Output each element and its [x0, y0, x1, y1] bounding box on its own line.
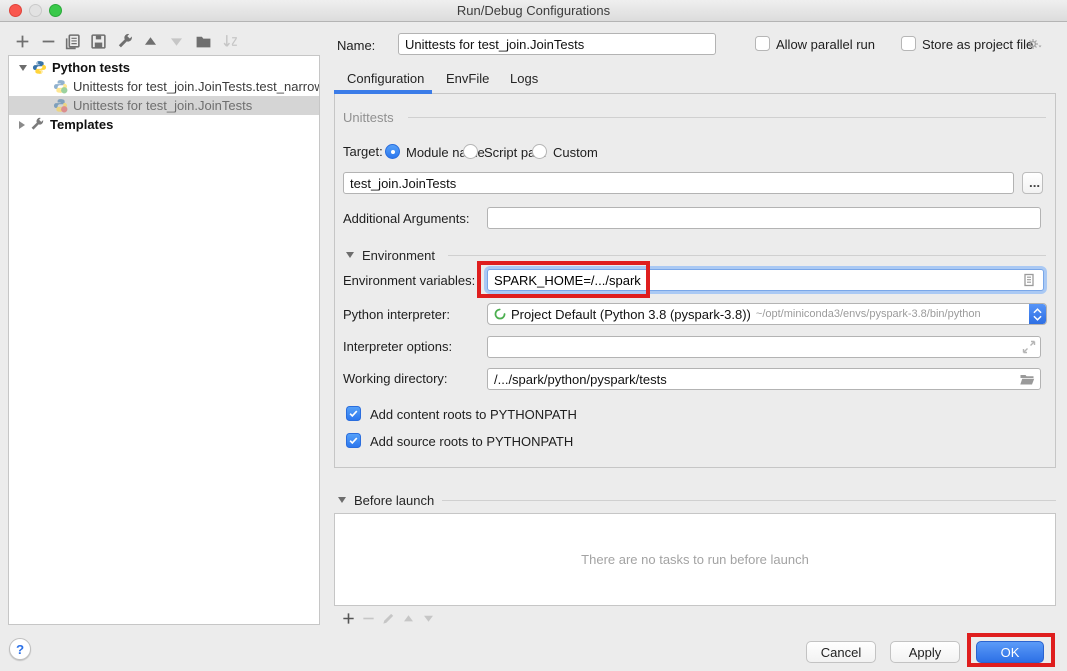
add-source-roots-label: Add source roots to PYTHONPATH [370, 434, 573, 449]
active-tab-indicator [334, 90, 432, 94]
collapse-arrow-icon[interactable] [19, 65, 27, 71]
tree-item-label: Unittests for test_join.JoinTests [73, 98, 252, 113]
expand-arrow-icon[interactable] [19, 121, 25, 129]
remove-configuration-icon[interactable] [40, 33, 57, 50]
interpreter-value: Project Default (Python 3.8 (pyspark-3.8… [511, 307, 751, 322]
close-window-button[interactable] [9, 4, 22, 17]
unittests-section-label: Unittests [343, 110, 394, 125]
interpreter-options-input[interactable] [487, 336, 1041, 358]
cancel-button[interactable]: Cancel [806, 641, 876, 663]
interpreter-path: ~/opt/miniconda3/envs/pyspark-3.8/bin/py… [756, 308, 1025, 320]
add-source-roots-checkbox[interactable] [346, 433, 361, 448]
title-bar: Run/Debug Configurations [0, 0, 1067, 22]
add-task-icon[interactable] [341, 611, 356, 626]
add-content-roots-checkbox[interactable] [346, 406, 361, 421]
target-label: Target: [343, 144, 383, 159]
additional-arguments-input[interactable] [487, 207, 1041, 229]
before-launch-collapse-icon[interactable] [338, 497, 346, 503]
working-directory-input[interactable] [487, 368, 1041, 390]
working-directory-label: Working directory: [343, 371, 448, 386]
no-tasks-message: There are no tasks to run before launch [581, 552, 809, 567]
zoom-window-button[interactable] [49, 4, 62, 17]
templates-wrench-icon [30, 117, 45, 132]
copy-configuration-icon[interactable] [64, 33, 81, 50]
tree-item-templates[interactable]: Templates [9, 115, 319, 134]
sort-alphabetically-icon[interactable] [222, 33, 239, 50]
allow-parallel-run-checkbox[interactable] [755, 36, 770, 51]
ok-button[interactable]: OK [976, 641, 1044, 663]
add-content-roots-label: Add content roots to PYTHONPATH [370, 407, 577, 422]
environment-collapse-icon[interactable] [346, 252, 354, 258]
interpreter-options-label: Interpreter options: [343, 339, 452, 354]
name-label: Name: [337, 38, 375, 53]
target-script-path-radio[interactable] [463, 144, 478, 159]
python-interpreter-select[interactable]: Project Default (Python 3.8 (pyspark-3.8… [487, 303, 1047, 325]
python-interpreter-label: Python interpreter: [343, 307, 450, 322]
section-divider [408, 117, 1046, 118]
edit-task-pencil-icon[interactable] [381, 611, 396, 626]
module-name-input[interactable] [343, 172, 1014, 194]
before-launch-section-label: Before launch [354, 493, 434, 508]
move-down-icon[interactable] [168, 33, 185, 50]
target-custom-label: Custom [553, 145, 598, 160]
python-test-icon [53, 79, 68, 94]
section-divider [442, 500, 1056, 501]
configuration-tree: Python tests Unittests for test_join.Joi… [8, 55, 320, 625]
remove-task-icon[interactable] [361, 611, 376, 626]
name-input[interactable] [398, 33, 716, 55]
interpreter-env-icon [493, 307, 507, 321]
tree-item-unittests-jointests-selected[interactable]: Unittests for test_join.JoinTests [9, 96, 319, 115]
allow-parallel-run-label: Allow parallel run [776, 37, 875, 52]
store-as-project-file-label: Store as project file [922, 37, 1033, 52]
tree-item-label: Templates [50, 117, 113, 132]
move-task-up-icon[interactable] [401, 611, 416, 626]
tab-logs[interactable]: Logs [510, 71, 538, 86]
section-divider [448, 255, 1046, 256]
run-debug-configurations-dialog: Run/Debug Configurations Python tests [0, 0, 1067, 671]
additional-arguments-label: Additional Arguments: [343, 211, 469, 226]
environment-variables-label: Environment variables: [343, 273, 475, 288]
target-module-name-radio[interactable] [385, 144, 400, 159]
tree-item-label: Unittests for test_join.JoinTests.test_n… [73, 79, 319, 94]
env-variables-list-icon[interactable] [1021, 272, 1037, 288]
before-launch-task-list: There are no tasks to run before launch [334, 513, 1056, 606]
store-settings-gear-icon[interactable] [1026, 36, 1042, 52]
environment-variables-input[interactable] [487, 269, 1044, 291]
save-configuration-icon[interactable] [90, 33, 107, 50]
expand-field-icon[interactable] [1021, 339, 1037, 355]
minimize-window-button[interactable] [29, 4, 42, 17]
add-configuration-icon[interactable] [14, 33, 31, 50]
browse-module-button[interactable]: ... [1022, 172, 1043, 194]
move-up-icon[interactable] [142, 33, 159, 50]
store-as-project-file-checkbox[interactable] [901, 36, 916, 51]
tree-item-python-tests[interactable]: Python tests [9, 58, 319, 77]
new-folder-icon[interactable] [195, 33, 212, 50]
apply-button[interactable]: Apply [890, 641, 960, 663]
help-button[interactable]: ? [9, 638, 31, 660]
edit-templates-wrench-icon[interactable] [117, 33, 134, 50]
environment-section-label: Environment [362, 248, 435, 263]
tab-envfile[interactable]: EnvFile [446, 71, 489, 86]
tab-configuration[interactable]: Configuration [347, 71, 424, 86]
tree-item-label: Python tests [52, 60, 130, 75]
window-title: Run/Debug Configurations [0, 0, 1067, 21]
move-task-down-icon[interactable] [421, 611, 436, 626]
combo-stepper-icon[interactable] [1029, 304, 1046, 324]
browse-folder-icon[interactable] [1019, 371, 1035, 387]
tree-item-unittests-test-narrow[interactable]: Unittests for test_join.JoinTests.test_n… [9, 77, 319, 96]
python-test-icon [53, 98, 68, 113]
python-tests-icon [32, 60, 47, 75]
target-custom-radio[interactable] [532, 144, 547, 159]
